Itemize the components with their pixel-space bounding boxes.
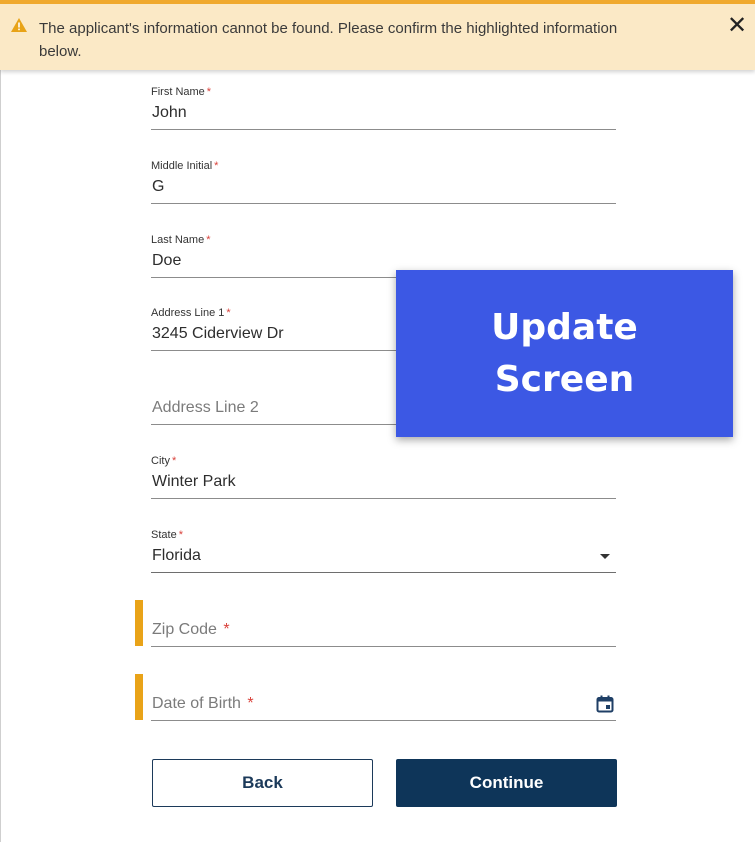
middle-initial-value: G: [152, 178, 165, 195]
continue-button[interactable]: Continue: [396, 759, 617, 807]
date-of-birth-field[interactable]: Date of Birth *: [151, 677, 616, 723]
state-value: Florida: [152, 547, 201, 564]
last-name-value: Doe: [152, 252, 182, 269]
address-line-2-placeholder: Address Line 2: [152, 399, 259, 416]
update-screen-overlay: Update Screen: [396, 270, 733, 437]
field-underline: [151, 646, 616, 647]
highlight-marker: [135, 674, 143, 720]
field-underline: [151, 720, 616, 721]
required-asterisk: *: [226, 307, 231, 319]
state-label: State: [151, 529, 177, 541]
required-asterisk: *: [223, 621, 230, 638]
middle-initial-field[interactable]: Middle Initial * G: [151, 160, 616, 206]
address-line-1-value: 3245 Ciderview Dr: [152, 325, 284, 342]
close-icon[interactable]: ✕: [725, 14, 749, 38]
city-value: Winter Park: [152, 473, 236, 490]
page-left-border: [0, 70, 1, 842]
back-button[interactable]: Back: [152, 759, 373, 807]
field-underline: [151, 203, 616, 204]
last-name-label: Last Name: [151, 234, 205, 246]
first-name-value: John: [152, 104, 187, 121]
required-asterisk: *: [247, 695, 254, 712]
address-line-1-label: Address Line 1: [151, 307, 225, 319]
update-screen-label: Update Screen: [491, 306, 638, 400]
field-underline: [151, 498, 616, 499]
required-asterisk: *: [206, 234, 211, 246]
highlight-marker: [135, 600, 143, 646]
required-asterisk: *: [178, 529, 183, 541]
calendar-icon[interactable]: [596, 695, 614, 713]
warning-icon: [11, 18, 27, 32]
required-asterisk: *: [206, 86, 212, 98]
chevron-down-icon[interactable]: [600, 554, 610, 559]
state-select[interactable]: State * Florida: [151, 529, 616, 575]
zip-code-field[interactable]: Zip Code *: [151, 603, 616, 649]
city-field[interactable]: City * Winter Park: [151, 455, 616, 501]
city-label: City: [151, 455, 170, 467]
field-underline: [151, 572, 616, 573]
middle-initial-label: Middle Initial: [151, 160, 213, 172]
first-name-field[interactable]: First Name * John: [151, 86, 616, 132]
zip-code-placeholder: Zip Code: [152, 621, 217, 638]
error-alert-banner: The applicant's information cannot be fo…: [0, 0, 755, 70]
required-asterisk: *: [171, 455, 177, 467]
required-asterisk: *: [214, 160, 219, 172]
alert-message: The applicant's information cannot be fo…: [39, 20, 618, 60]
date-of-birth-placeholder: Date of Birth: [152, 695, 241, 712]
first-name-label: First Name: [151, 86, 205, 98]
field-underline: [151, 129, 616, 130]
